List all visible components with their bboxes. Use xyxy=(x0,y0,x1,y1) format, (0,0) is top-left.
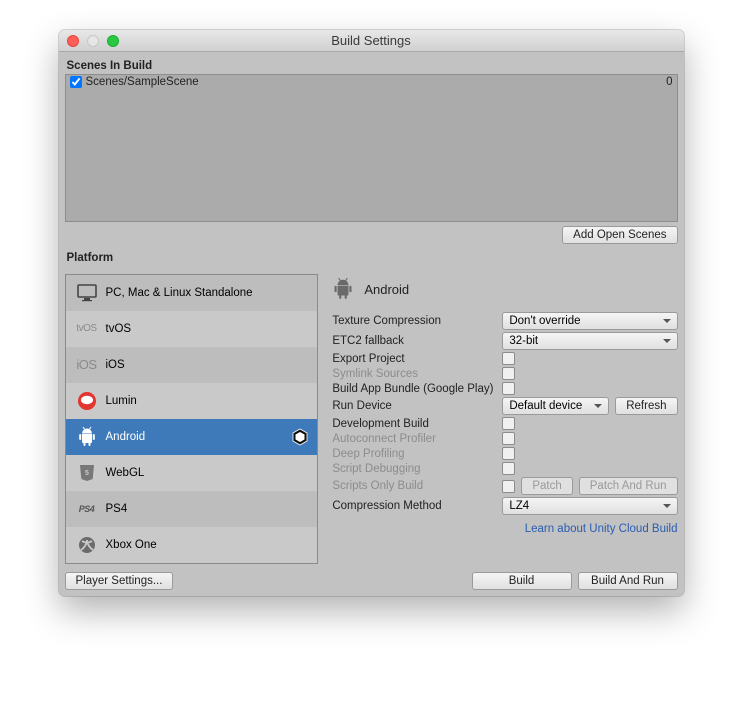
platform-label: iOS xyxy=(106,359,125,371)
label-scripts-only: Scripts Only Build xyxy=(332,480,502,492)
cloud-build-link[interactable]: Learn about Unity Cloud Build xyxy=(525,523,678,535)
scene-checkbox[interactable] xyxy=(70,76,82,88)
platform-item-tvos[interactable]: tvOS tvOS xyxy=(66,311,318,347)
svg-text:5: 5 xyxy=(85,470,89,477)
platform-detail: Android Texture Compression Don't overri… xyxy=(332,274,677,564)
platform-heading: Platform xyxy=(67,252,678,264)
platform-item-ps4[interactable]: PS4 PS4 xyxy=(66,491,318,527)
label-development-build: Development Build xyxy=(332,418,502,430)
html5-icon: 5 xyxy=(74,463,100,483)
checkbox-symlink-sources xyxy=(502,367,515,380)
platform-label: PC, Mac & Linux Standalone xyxy=(106,287,253,299)
checkbox-deep-profiling xyxy=(502,447,515,460)
checkbox-build-app-bundle[interactable] xyxy=(502,382,515,395)
platform-label: Lumin xyxy=(106,395,137,407)
titlebar: Build Settings xyxy=(59,30,684,52)
add-open-scenes-button[interactable]: Add Open Scenes xyxy=(562,226,677,244)
zoom-icon[interactable] xyxy=(107,35,119,47)
build-button[interactable]: Build xyxy=(472,572,572,590)
label-run-device: Run Device xyxy=(332,400,502,412)
player-settings-button[interactable]: Player Settings... xyxy=(65,572,174,590)
ios-icon: iOS xyxy=(74,357,100,372)
scenes-heading: Scenes In Build xyxy=(67,60,678,72)
label-compression-method: Compression Method xyxy=(332,500,502,512)
platform-item-lumin[interactable]: Lumin xyxy=(66,383,318,419)
scenes-list[interactable]: Scenes/SampleScene 0 xyxy=(65,74,678,222)
lumin-icon xyxy=(74,391,100,411)
detail-platform-name: Android xyxy=(364,282,409,297)
patch-and-run-button: Patch And Run xyxy=(579,477,678,495)
platform-item-webgl[interactable]: 5 WebGL xyxy=(66,455,318,491)
label-texture-compression: Texture Compression xyxy=(332,315,502,327)
window-title: Build Settings xyxy=(59,33,684,48)
xbox-icon xyxy=(74,536,100,554)
scene-index: 0 xyxy=(666,76,672,88)
platform-item-xboxone[interactable]: Xbox One xyxy=(66,527,318,563)
build-and-run-button[interactable]: Build And Run xyxy=(578,572,678,590)
label-script-debugging: Script Debugging xyxy=(332,463,502,475)
label-symlink-sources: Symlink Sources xyxy=(332,368,502,380)
platform-label: PS4 xyxy=(106,503,128,515)
dropdown-etc2-fallback[interactable]: 32-bit xyxy=(502,332,677,350)
minimize-icon xyxy=(87,35,99,47)
dropdown-texture-compression[interactable]: Don't override xyxy=(502,312,677,330)
scene-row[interactable]: Scenes/SampleScene 0 xyxy=(66,75,677,89)
dropdown-run-device[interactable]: Default device xyxy=(502,397,609,415)
label-build-app-bundle: Build App Bundle (Google Play) xyxy=(332,383,502,395)
android-icon xyxy=(332,277,354,301)
platform-label: Xbox One xyxy=(106,539,157,551)
checkbox-script-debugging xyxy=(502,462,515,475)
platform-list: PC, Mac & Linux Standalone tvOS tvOS iOS… xyxy=(65,274,319,564)
checkbox-autoconnect-profiler xyxy=(502,432,515,445)
platform-item-standalone[interactable]: PC, Mac & Linux Standalone xyxy=(66,275,318,311)
scene-path: Scenes/SampleScene xyxy=(86,76,199,88)
checkbox-development-build[interactable] xyxy=(502,417,515,430)
refresh-button[interactable]: Refresh xyxy=(615,397,677,415)
label-export-project: Export Project xyxy=(332,353,502,365)
platform-item-android[interactable]: Android xyxy=(66,419,318,455)
ps4-icon: PS4 xyxy=(74,504,100,514)
unity-icon xyxy=(291,428,309,446)
android-icon xyxy=(74,426,100,448)
build-settings-window: Build Settings Scenes In Build Scenes/Sa… xyxy=(59,30,684,596)
platform-label: WebGL xyxy=(106,467,145,479)
platform-label: Android xyxy=(106,431,146,443)
close-icon[interactable] xyxy=(67,35,79,47)
dropdown-compression-method[interactable]: LZ4 xyxy=(502,497,677,515)
traffic-lights xyxy=(59,35,119,47)
label-etc2-fallback: ETC2 fallback xyxy=(332,335,502,347)
platform-item-ios[interactable]: iOS iOS xyxy=(66,347,318,383)
tvos-icon: tvOS xyxy=(74,323,100,334)
checkbox-export-project[interactable] xyxy=(502,352,515,365)
monitor-icon xyxy=(74,284,100,302)
checkbox-scripts-only xyxy=(502,480,515,493)
label-autoconnect-profiler: Autoconnect Profiler xyxy=(332,433,502,445)
label-deep-profiling: Deep Profiling xyxy=(332,448,502,460)
patch-button: Patch xyxy=(521,477,572,495)
platform-label: tvOS xyxy=(106,323,132,335)
